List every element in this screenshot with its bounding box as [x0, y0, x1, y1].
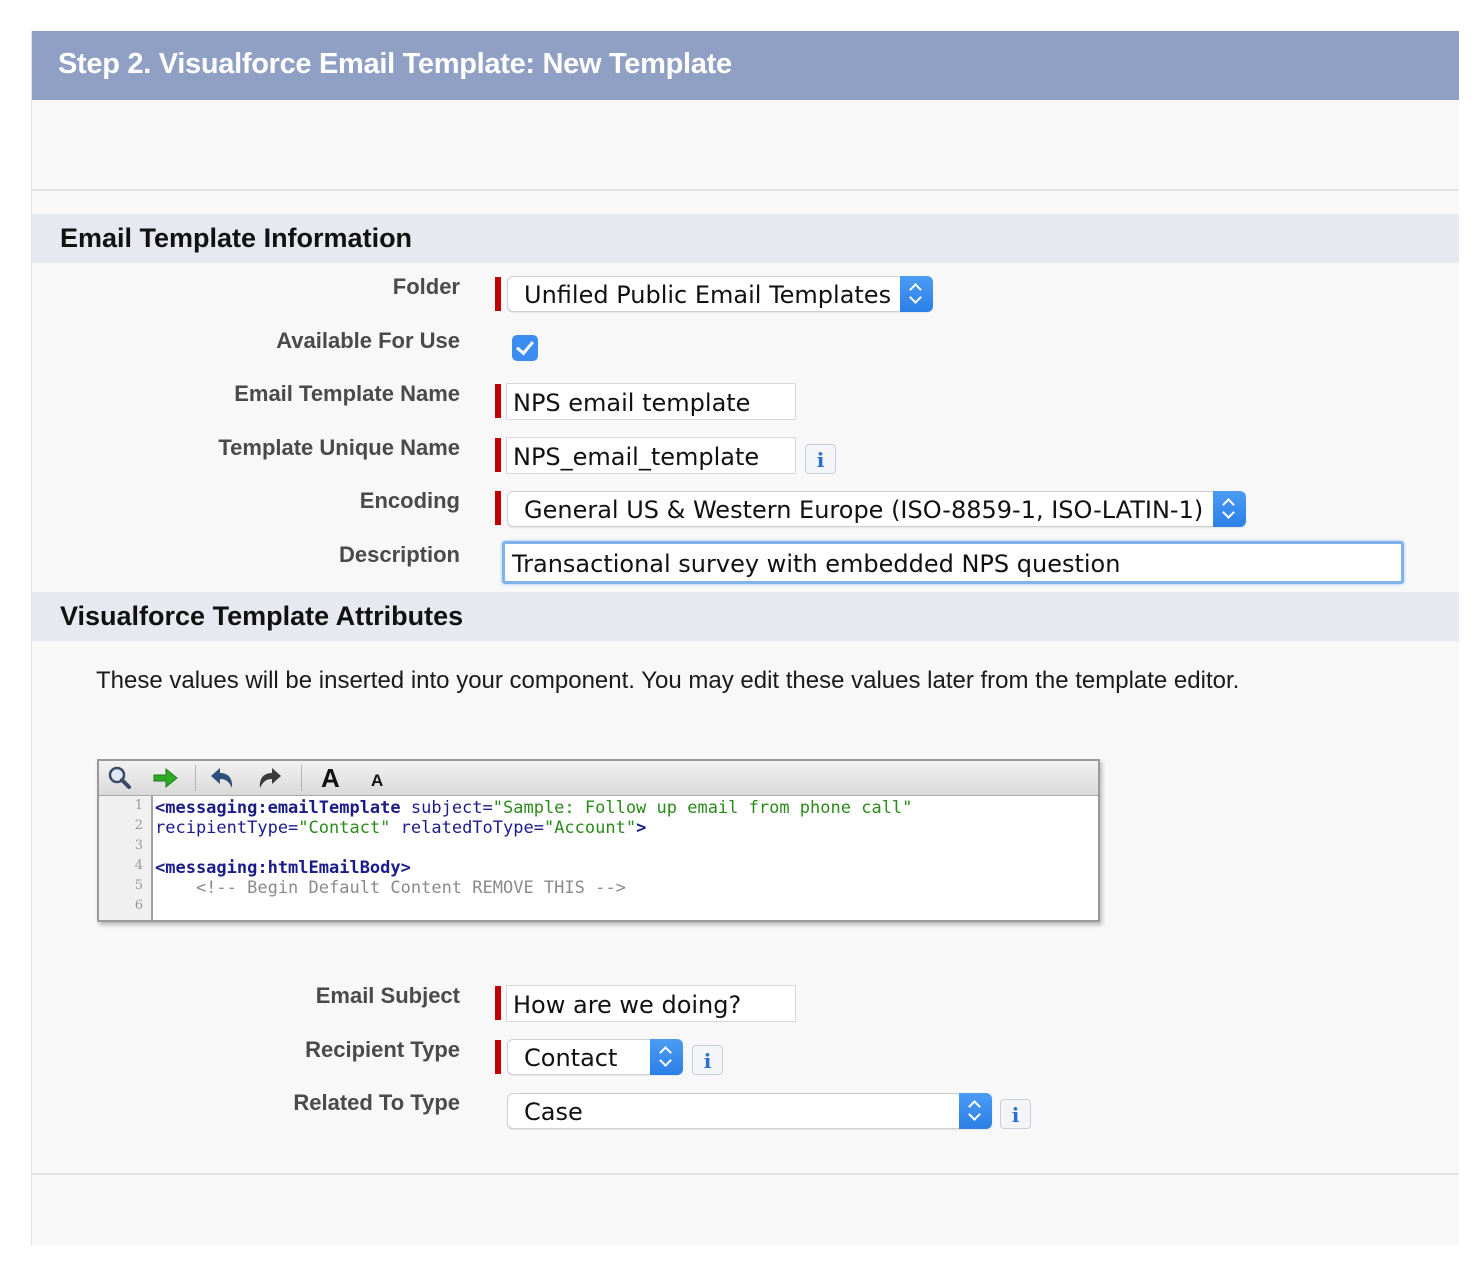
redo-icon[interactable]	[255, 764, 285, 792]
code-editor[interactable]: A A 1 2 3 4 5 6 <messaging:emailTemplate…	[97, 759, 1100, 922]
select-arrows-icon	[959, 1093, 992, 1129]
recipient-type-label: Recipient Type	[305, 1037, 460, 1062]
description-label: Description	[338, 542, 460, 567]
folder-select[interactable]: Unfiled Public Email Templates	[507, 276, 933, 312]
line-number: 3	[134, 838, 143, 853]
encoding-label: Encoding	[359, 488, 460, 513]
search-icon[interactable]	[105, 764, 135, 792]
description-input[interactable]: Transactional survey with embedded NPS q…	[502, 541, 1404, 584]
step-title: Step 2. Visualforce Email Template: New …	[58, 48, 732, 80]
editor-toolbar: A A	[99, 761, 1098, 796]
unique-name-input[interactable]: NPS_email_template	[506, 437, 796, 474]
toolbar-separator	[195, 765, 196, 791]
line-number: 2	[134, 818, 143, 833]
required-marker	[495, 986, 501, 1020]
divider	[32, 1173, 1459, 1175]
code-line: <messaging:emailTemplate subject="Sample…	[155, 798, 913, 818]
required-marker	[495, 1040, 501, 1074]
select-arrows-icon	[1213, 491, 1246, 527]
available-label: Available For Use	[276, 328, 460, 353]
related-to-type-select[interactable]: Case	[507, 1093, 992, 1129]
related-to-type-label: Related To Type	[293, 1090, 460, 1115]
unique-name-info-icon[interactable]: i	[805, 444, 836, 474]
description-value: Transactional survey with embedded NPS q…	[512, 550, 1121, 578]
recipient-type-select[interactable]: Contact	[507, 1039, 683, 1075]
code-line: <messaging:htmlEmailBody>	[155, 858, 411, 878]
template-name-value: NPS email template	[513, 389, 751, 417]
select-arrows-icon	[650, 1039, 683, 1075]
select-arrows-icon	[900, 276, 933, 312]
recipient-type-info-icon[interactable]: i	[692, 1045, 723, 1075]
help-text: These values will be inserted into your …	[96, 667, 1240, 694]
folder-label: Folder	[392, 274, 460, 299]
line-number-gutter: 1 2 3 4 5 6	[99, 796, 153, 920]
section-title: Email Template Information	[60, 223, 413, 253]
line-number: 4	[134, 858, 143, 873]
encoding-select[interactable]: General US & Western Europe (ISO-8859-1,…	[507, 491, 1246, 527]
section-title: Visualforce Template Attributes	[60, 601, 464, 631]
toolbar-separator	[301, 765, 302, 791]
encoding-value: General US & Western Europe (ISO-8859-1,…	[524, 496, 1204, 524]
code-line: <!-- Begin Default Content REMOVE THIS -…	[155, 878, 626, 898]
email-subject-label: Email Subject	[315, 983, 460, 1008]
font-smaller-icon[interactable]: A	[365, 764, 395, 792]
required-marker	[495, 491, 501, 525]
related-to-type-value: Case	[524, 1098, 583, 1126]
line-number: 5	[134, 878, 143, 893]
goto-arrow-icon[interactable]	[151, 764, 181, 792]
required-marker	[495, 277, 501, 311]
line-number: 6	[134, 898, 143, 913]
code-line: recipientType="Contact" relatedToType="A…	[155, 818, 647, 838]
related-to-type-info-icon[interactable]: i	[1000, 1099, 1031, 1129]
font-larger-icon[interactable]: A	[315, 763, 345, 793]
email-subject-value: How are we doing?	[513, 991, 742, 1019]
divider	[32, 189, 1459, 191]
email-subject-input[interactable]: How are we doing?	[506, 985, 796, 1022]
template-name-input[interactable]: NPS email template	[506, 383, 796, 420]
template-wizard-panel: Step 2. Visualforce Email Template: New …	[31, 31, 1459, 1245]
section-header-info: Email Template Information	[32, 214, 1459, 263]
recipient-type-value: Contact	[524, 1044, 618, 1072]
available-checkbox[interactable]	[512, 335, 538, 361]
section-header-attributes: Visualforce Template Attributes	[32, 592, 1459, 641]
undo-icon[interactable]	[207, 764, 237, 792]
required-marker	[495, 384, 501, 418]
template-name-label: Email Template Name	[234, 381, 460, 406]
unique-name-label: Template Unique Name	[218, 435, 460, 460]
step-title-bar: Step 2. Visualforce Email Template: New …	[32, 31, 1459, 100]
folder-value: Unfiled Public Email Templates	[524, 281, 892, 309]
line-number: 1	[134, 798, 143, 813]
unique-name-value: NPS_email_template	[513, 443, 760, 471]
required-marker	[495, 438, 501, 472]
